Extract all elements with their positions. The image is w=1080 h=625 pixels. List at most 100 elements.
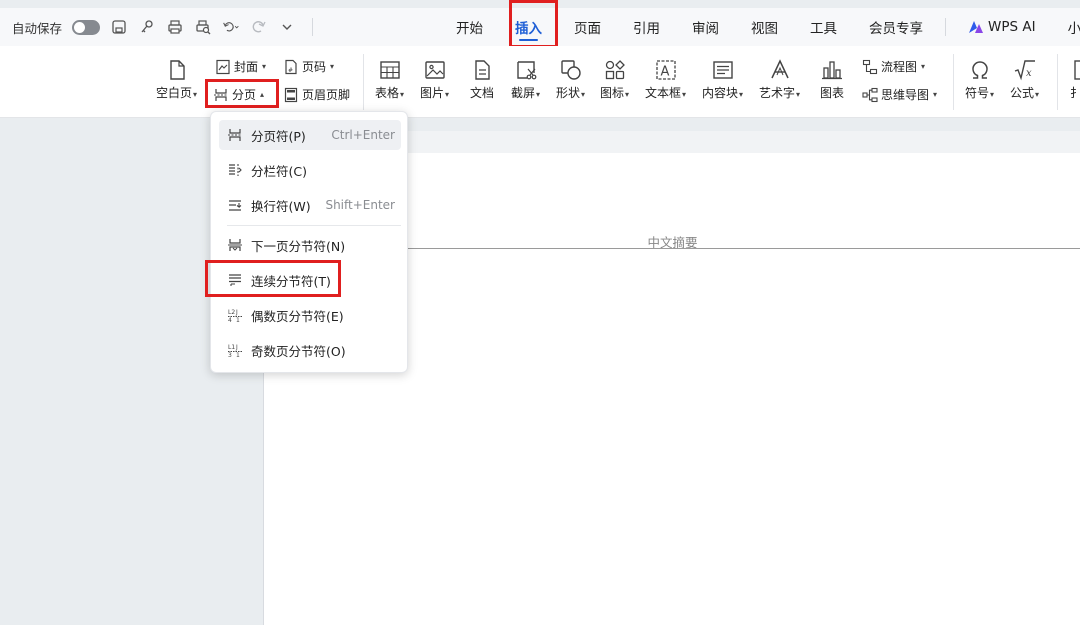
svg-text:J: J	[235, 344, 238, 351]
chart-label: 图表	[820, 86, 845, 100]
tab-tools[interactable]: 工具	[794, 8, 853, 46]
menu-item-label: 换行符(W)	[251, 198, 311, 214]
divider	[363, 54, 364, 110]
print-icon[interactable]	[166, 18, 184, 36]
shape-icon	[560, 60, 581, 80]
svg-text:1: 1	[236, 317, 240, 323]
tab-member[interactable]: 会员专享	[853, 8, 939, 46]
content-block-button[interactable]: 内容块▾	[702, 58, 743, 101]
odd-page-section-break-icon: L13J1	[228, 344, 242, 358]
cover-label: 封面	[234, 60, 259, 74]
picture-icon	[424, 61, 445, 79]
column-break-icon	[229, 164, 242, 176]
save-icon[interactable]	[110, 18, 128, 36]
highlight-insert-tab	[509, 0, 558, 48]
header-footer-icon	[284, 87, 298, 102]
flowchart-icon	[862, 59, 878, 74]
page-number-button[interactable]: # 页码 ▾	[283, 58, 334, 75]
table-label: 表格▾	[375, 86, 405, 100]
textbox-button[interactable]: A 文本框▾	[645, 58, 686, 101]
svg-text:J: J	[235, 309, 238, 316]
table-icon	[379, 61, 400, 79]
divider	[945, 18, 946, 36]
ribbon-insert: 空白页▾ 封面 ▾ 分页 ▴ # 页码 ▾ 页眉页脚 表格▾ 图片▾ 文档 截屏▾	[0, 46, 1080, 118]
key-icon[interactable]	[138, 18, 156, 36]
svg-text:1: 1	[236, 352, 240, 358]
omega-icon	[971, 61, 988, 79]
svg-text:L2: L2	[228, 309, 235, 316]
tab-xiaolv[interactable]: 小绿	[1052, 8, 1080, 46]
svg-text:#: #	[288, 67, 293, 74]
menu-item-label: 分栏符(C)	[251, 163, 307, 179]
tab-references[interactable]: 引用	[617, 8, 676, 46]
sqrt-icon: x	[1014, 60, 1035, 81]
symbol-button[interactable]: 符号▾	[965, 58, 994, 101]
tab-page[interactable]: 页面	[558, 8, 617, 46]
menu-divider	[227, 225, 401, 226]
tab-wps-ai-label: WPS AI	[988, 19, 1036, 35]
tab-review[interactable]: 审阅	[676, 8, 735, 46]
icon-label: 图标▾	[600, 86, 630, 100]
picture-button[interactable]: 图片▾	[420, 58, 449, 101]
menu-item-line-break[interactable]: 换行符(W) Shift+Enter	[219, 190, 401, 220]
screenshot-label: 截屏▾	[511, 86, 541, 100]
cover-button[interactable]: 封面 ▾	[215, 58, 266, 75]
shortcut-text: Shift+Enter	[325, 198, 395, 212]
shortcut-text: Ctrl+Enter	[331, 128, 395, 142]
menu-item-label: 偶数页分节符(E)	[251, 308, 344, 324]
redo-icon[interactable]	[250, 18, 268, 36]
mindmap-button[interactable]: 思维导图 ▾	[862, 86, 937, 103]
header-footer-button[interactable]: 页眉页脚	[283, 86, 350, 103]
formula-label: 公式▾	[1010, 86, 1040, 100]
flowchart-label: 流程图	[881, 60, 918, 74]
textbox-label: 文本框▾	[645, 86, 687, 100]
even-page-section-break-icon: L24J1	[228, 309, 242, 323]
content-block-label: 内容块▾	[702, 86, 744, 100]
wordart-button[interactable]: 艺术字▾	[759, 58, 800, 101]
menu-item-even-page-section-break[interactable]: L2 4 J 1 偶数页分节符(E)	[219, 300, 401, 330]
content-block-icon	[712, 61, 733, 79]
blank-page-label: 空白页▾	[156, 86, 198, 100]
formula-button[interactable]: x 公式▾	[1010, 58, 1039, 101]
cover-icon	[216, 59, 230, 74]
menu-item-next-page-section-break[interactable]: 下一页分节符(N)	[219, 230, 401, 260]
flowchart-button[interactable]: 流程图 ▾	[862, 58, 925, 75]
menu-item-odd-page-section-break[interactable]: L1 3 J 1 奇数页分节符(O)	[219, 335, 401, 365]
menu-item-page-break[interactable]: 分页符(P) Ctrl+Enter	[219, 120, 401, 150]
svg-text:A: A	[660, 65, 669, 80]
tab-view[interactable]: 视图	[735, 8, 794, 46]
partial-icon	[1074, 60, 1080, 80]
scissors-icon	[516, 61, 536, 80]
more-insert-label: 扌	[1070, 86, 1080, 100]
blank-page-icon	[169, 60, 185, 80]
textbox-icon: A	[655, 60, 676, 80]
svg-text:L1: L1	[228, 344, 235, 351]
chevron-down-icon[interactable]	[278, 18, 296, 36]
chart-button[interactable]: 图表	[820, 58, 844, 101]
screenshot-button[interactable]: 截屏▾	[511, 58, 540, 101]
page-number-label: 页码	[302, 60, 327, 74]
table-button[interactable]: 表格▾	[375, 58, 404, 101]
chart-icon	[822, 61, 842, 80]
shape-button[interactable]: 形状▾	[556, 58, 585, 101]
print-preview-icon[interactable]	[194, 18, 212, 36]
mindmap-label: 思维导图	[881, 88, 930, 102]
menu-item-label: 分页符(P)	[251, 128, 306, 144]
icon-button[interactable]: 图标▾	[600, 58, 629, 101]
menu-item-column-break[interactable]: 分栏符(C)	[219, 155, 401, 185]
blank-page-button[interactable]: 空白页▾	[156, 58, 197, 101]
page-number-icon: #	[285, 59, 297, 74]
autosave-label: 自动保存	[12, 20, 63, 36]
svg-text:3: 3	[228, 352, 232, 358]
autosave-toggle[interactable]	[72, 19, 101, 35]
highlight-continuous-section-break	[205, 260, 341, 297]
menu-item-label: 下一页分节符(N)	[251, 238, 346, 254]
tab-wps-ai[interactable]: WPS AI	[952, 8, 1052, 46]
page-break-dropdown-menu: 分页符(P) Ctrl+Enter 分栏符(C) 换行符(W) Shift+En…	[210, 111, 408, 373]
tab-start[interactable]: 开始	[440, 8, 499, 46]
header-footer-label: 页眉页脚	[302, 88, 351, 102]
divider	[312, 18, 314, 36]
undo-icon[interactable]	[222, 18, 240, 36]
more-insert-button[interactable]: 扌	[1070, 58, 1080, 101]
document-button[interactable]: 文档	[470, 58, 494, 101]
